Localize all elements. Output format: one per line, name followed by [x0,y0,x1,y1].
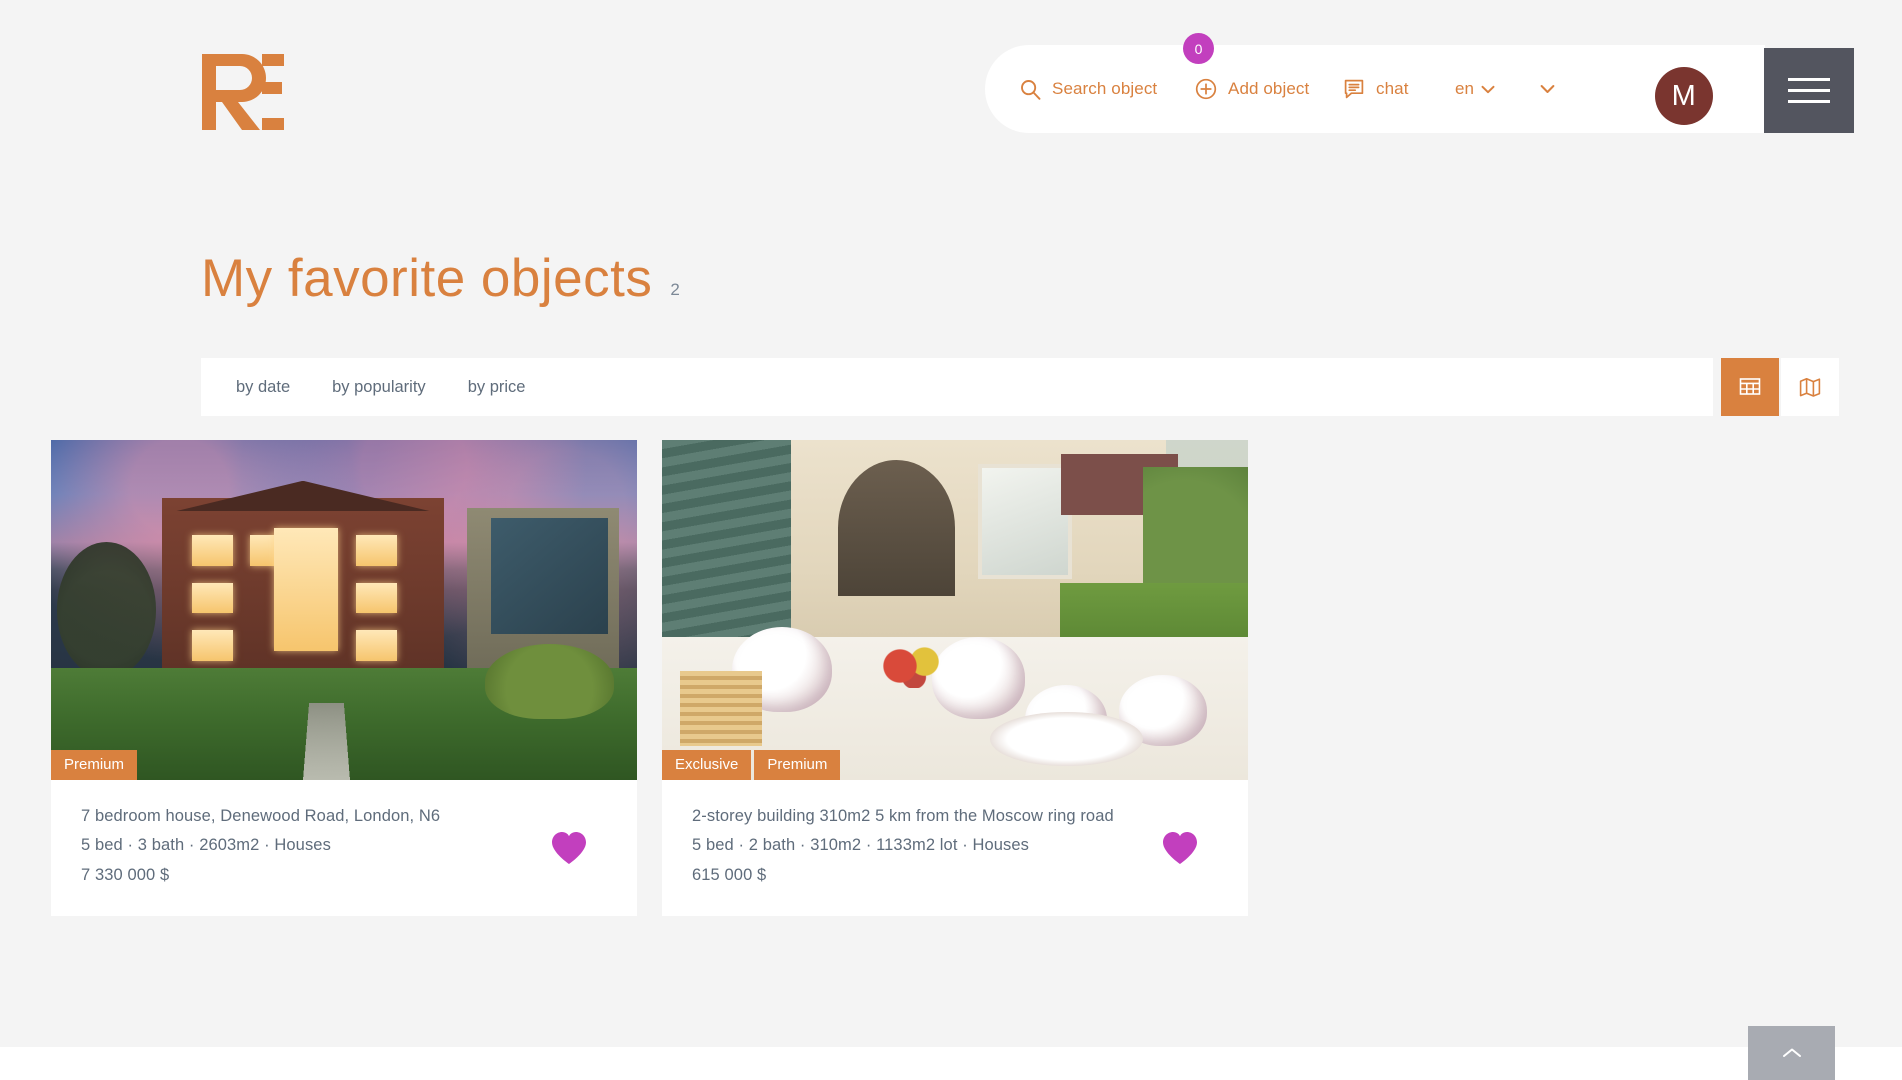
listing-photo-image [51,440,637,780]
sort-by-price[interactable]: by price [468,378,526,397]
chat-unread-badge: 0 [1183,33,1214,64]
page-title-row: My favorite objects 2 [201,252,680,305]
language-selector-label: en [1455,79,1475,98]
nav-chat-label: chat [1376,79,1409,98]
page-title: My favorite objects [201,249,653,308]
listing-badge: Premium [754,750,841,780]
sort-by-popularity[interactable]: by popularity [332,378,426,397]
nav-search-object-label: Search object [1052,79,1158,98]
heart-icon [551,831,587,865]
view-grid-button[interactable] [1721,358,1779,416]
user-menu-toggle[interactable] [1540,84,1555,94]
view-toggle [1721,358,1839,416]
listing-specs: 5 bed · 2 bath · 310m2 · 1133m2 lot · Ho… [692,836,1030,855]
listing-photo-image [662,440,1248,780]
nav-chat[interactable]: chat [1343,78,1409,100]
listing-badges: Premium [51,750,138,780]
sort-by-date[interactable]: by date [236,378,290,397]
listing-info: 7 bedroom house, Denewood Road, London, … [51,780,637,916]
plus-circle-icon [1195,78,1217,100]
hamburger-icon-bar [1788,100,1830,103]
listing-grid: Premium 7 bedroom house, Denewood Road, … [51,440,1248,917]
header-nav-pill: Search object Add object chat en [985,45,1765,133]
favorite-button[interactable] [551,831,587,865]
chevron-down-icon [1481,85,1495,94]
avatar[interactable]: M [1655,67,1713,125]
listing-badge: Exclusive [662,750,752,780]
sort-bar: by date by popularity by price [201,358,1713,416]
menu-button[interactable] [1764,48,1854,133]
favorite-button[interactable] [1162,831,1198,865]
chevron-up-icon [1782,1047,1802,1059]
grid-icon [1739,377,1761,397]
listing-title: 7 bedroom house, Denewood Road, London, … [81,807,441,825]
chevron-down-icon [1540,84,1555,94]
listing-badge: Premium [51,750,138,780]
listing-photo[interactable]: Exclusive Premium [662,440,1248,780]
listing-card[interactable]: Exclusive Premium 2-storey building 310m… [662,440,1248,917]
nav-add-object-label: Add object [1228,79,1310,98]
listing-price: 7 330 000 $ [81,865,170,884]
site-logo[interactable] [200,48,286,130]
map-icon [1799,377,1821,398]
hamburger-icon-bar [1788,89,1830,92]
listing-card[interactable]: Premium 7 bedroom house, Denewood Road, … [51,440,637,917]
scroll-to-top-button[interactable] [1748,1026,1835,1080]
listing-price: 615 000 $ [692,865,767,884]
hamburger-icon-bar [1788,78,1830,81]
search-icon [1020,79,1041,100]
favorites-count: 2 [670,280,680,299]
chat-icon [1343,78,1365,100]
listing-badges: Exclusive Premium [662,750,841,780]
language-selector[interactable]: en [1455,79,1495,99]
heart-icon [1162,831,1198,865]
listing-title: 2-storey building 310m2 5 km from the Mo… [692,807,1114,825]
listing-specs: 5 bed · 3 bath · 2603m2 · Houses [81,836,331,855]
listing-photo[interactable]: Premium [51,440,637,780]
nav-search-object[interactable]: Search object [1020,79,1157,100]
app-root: Search object Add object chat en 0 M My … [0,0,1902,1080]
nav-add-object[interactable]: Add object [1195,78,1309,100]
site-header: Search object Add object chat en 0 M [0,0,1902,185]
view-map-button[interactable] [1781,358,1839,416]
listing-info: 2-storey building 310m2 5 km from the Mo… [662,780,1248,916]
